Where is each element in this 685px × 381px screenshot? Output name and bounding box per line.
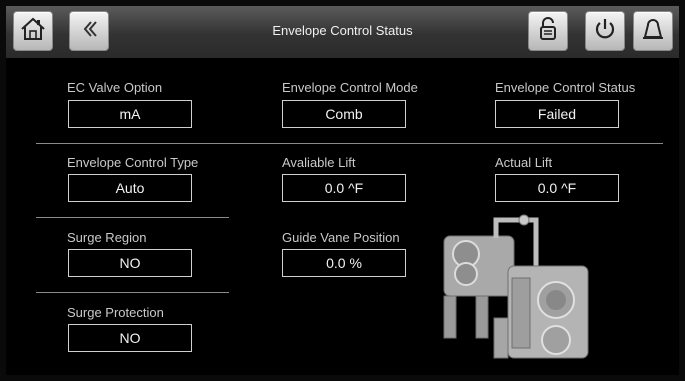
envelope-control-status-label: Envelope Control Status bbox=[495, 80, 636, 95]
envelope-control-type-label: Envelope Control Type bbox=[67, 155, 199, 170]
actual-lift-value: 0.0 ^F bbox=[495, 174, 619, 202]
header-bar: Envelope Control Status bbox=[6, 6, 679, 59]
surge-region-label: Surge Region bbox=[67, 230, 147, 245]
lock-button[interactable] bbox=[528, 11, 568, 51]
back-button[interactable] bbox=[69, 11, 109, 51]
ec-valve-option-value: mA bbox=[68, 100, 192, 128]
alarm-button[interactable] bbox=[633, 11, 673, 51]
available-lift-label: Avaliable Lift bbox=[282, 155, 356, 170]
divider bbox=[36, 217, 229, 218]
envelope-control-mode-value: Comb bbox=[282, 100, 406, 128]
envelope-control-status-value: Failed bbox=[495, 100, 619, 128]
envelope-control-type-value: Auto bbox=[68, 174, 192, 202]
power-button[interactable] bbox=[585, 11, 625, 51]
envelope-control-mode-label: Envelope Control Mode bbox=[282, 80, 418, 95]
page-title: Envelope Control Status bbox=[272, 23, 413, 38]
surge-region-value: NO bbox=[68, 249, 192, 277]
divider bbox=[36, 292, 229, 293]
available-lift-value: 0.0 ^F bbox=[282, 174, 406, 202]
power-icon bbox=[591, 15, 619, 48]
actual-lift-label: Actual Lift bbox=[495, 155, 553, 170]
guide-vane-position-label: Guide Vane Position bbox=[282, 230, 400, 245]
surge-protection-label: Surge Protection bbox=[67, 305, 164, 320]
home-icon bbox=[19, 15, 47, 48]
lock-icon bbox=[534, 15, 562, 48]
bell-icon bbox=[639, 15, 667, 48]
surge-protection-value: NO bbox=[68, 324, 192, 352]
screen: Envelope Control Status EC Valve Option … bbox=[0, 0, 685, 381]
divider bbox=[36, 143, 663, 144]
home-button[interactable] bbox=[13, 11, 53, 51]
guide-vane-position-value: 0.0 % bbox=[282, 249, 406, 277]
chiller-illustration bbox=[443, 214, 589, 359]
ec-valve-option-label: EC Valve Option bbox=[67, 80, 163, 95]
chevron-left-icon bbox=[75, 15, 103, 48]
status-panel: EC Valve Option mA Envelope Control Mode… bbox=[6, 58, 679, 375]
